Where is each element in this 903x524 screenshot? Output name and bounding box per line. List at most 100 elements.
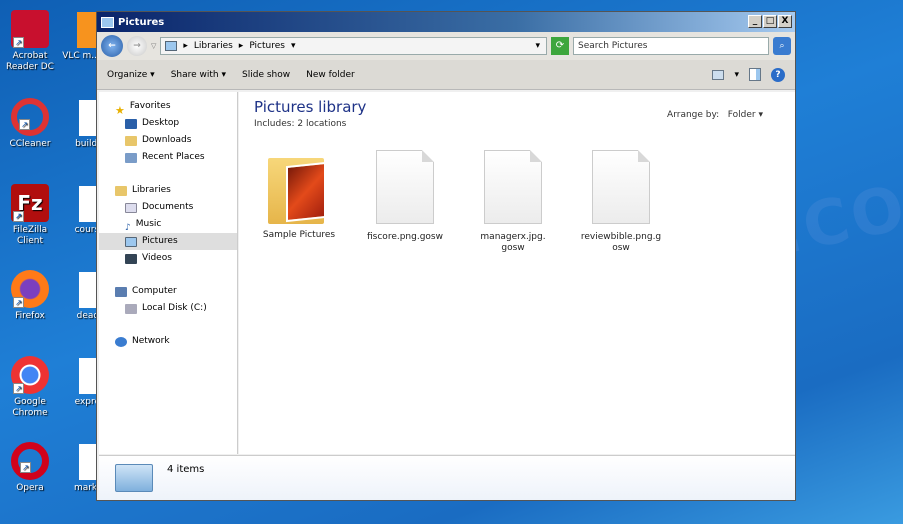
arrange-dropdown[interactable]: Folder ▾: [728, 110, 763, 120]
recent-pages-dropdown[interactable]: ▽: [151, 42, 156, 50]
arrange-by: Arrange by: Folder ▾: [667, 110, 763, 120]
desktop-icon-acrobat[interactable]: ↗ Acrobat Reader DC: [0, 10, 60, 73]
nav-label: Desktop: [142, 118, 180, 128]
desktop-icon-filezilla[interactable]: Fz ↗ FileZilla Client: [0, 184, 60, 247]
nav-local-disk[interactable]: Local Disk (C:): [99, 300, 237, 317]
file-name: managerx.jpg.gosw: [480, 232, 546, 253]
library-title: Pictures library: [254, 98, 367, 116]
icon-label: Acrobat Reader DC: [6, 51, 54, 72]
separator: ▸: [238, 41, 244, 51]
maximize-button[interactable]: □: [763, 15, 777, 28]
file-item[interactable]: managerx.jpg.gosw: [465, 150, 561, 254]
icon-label: Firefox: [15, 311, 45, 321]
folder-icon: [264, 144, 334, 226]
nav-label: Recent Places: [142, 152, 205, 162]
nav-label: Downloads: [142, 135, 192, 145]
computer-icon: [115, 286, 127, 297]
nav-label: Favorites: [129, 101, 171, 111]
slide-show-button[interactable]: Slide show: [242, 70, 290, 80]
breadcrumb-dropdown[interactable]: ▾: [291, 41, 296, 51]
pictures-icon: [101, 16, 114, 28]
item-count: 4 items: [167, 464, 205, 475]
separator: ▸: [183, 41, 188, 51]
nav-videos[interactable]: Videos: [99, 250, 237, 267]
nav-desktop[interactable]: Desktop: [99, 115, 237, 132]
new-folder-button[interactable]: New folder: [306, 70, 355, 80]
share-with-button[interactable]: Share with ▾: [171, 70, 226, 80]
change-view-icon[interactable]: [712, 69, 725, 80]
breadcrumb-pictures[interactable]: Pictures: [249, 41, 285, 51]
nav-favorites[interactable]: ★ Favorites: [99, 98, 237, 117]
nav-documents[interactable]: Documents: [99, 199, 237, 216]
icon-label: Google Chrome: [12, 397, 48, 418]
star-icon: ★: [115, 103, 125, 117]
nav-label: Network: [132, 336, 170, 346]
command-bar: Organize ▾ Share with ▾ Slide show New f…: [97, 60, 795, 90]
file-item[interactable]: reviewbible.png.gosw: [573, 150, 669, 254]
details-pane: 4 items: [99, 455, 795, 500]
explorer-window: Pictures _ □ X ← → ▽ ▸ Libraries ▸ Picture…: [96, 11, 796, 501]
back-button[interactable]: ←: [101, 35, 123, 57]
nav-libraries[interactable]: Libraries: [99, 182, 237, 199]
nav-recent-places[interactable]: Recent Places: [99, 149, 237, 166]
window-title: Pictures: [118, 16, 165, 28]
desktop-icon-ccleaner[interactable]: ↗ CCleaner: [0, 98, 60, 150]
nav-label: Music: [135, 219, 162, 229]
file-name: reviewbible.png.gosw: [580, 232, 662, 253]
libraries-icon: [115, 185, 127, 196]
search-icon[interactable]: ⌕: [773, 37, 791, 55]
nav-network[interactable]: Network: [99, 333, 237, 350]
locations-link[interactable]: 2 locations: [297, 119, 346, 129]
nav-label: Local Disk (C:): [142, 303, 207, 313]
documents-icon: [125, 202, 137, 213]
file-icon: [376, 150, 434, 224]
disk-icon: [125, 303, 137, 314]
music-icon: ♪: [125, 222, 131, 233]
refresh-button[interactable]: ⟳: [551, 37, 569, 55]
title-bar[interactable]: Pictures _ □ X: [97, 12, 795, 32]
filezilla-icon: Fz ↗: [11, 184, 49, 222]
nav-downloads[interactable]: Downloads: [99, 132, 237, 149]
firefox-icon: ↗: [11, 270, 49, 308]
icon-label: Opera: [16, 483, 44, 493]
organize-button[interactable]: Organize ▾: [107, 70, 155, 80]
nav-label: Computer: [132, 286, 177, 296]
help-icon[interactable]: ?: [771, 67, 785, 82]
pictures-icon: [125, 236, 137, 247]
file-list: Pictures library Includes: 2 locations A…: [239, 92, 795, 454]
ccleaner-icon: ↗: [11, 98, 49, 136]
nav-label: Pictures: [142, 236, 178, 246]
breadcrumb-libraries[interactable]: Libraries: [194, 41, 233, 51]
folder-item[interactable]: Sample Pictures: [251, 144, 347, 241]
forward-button[interactable]: →: [127, 36, 147, 56]
preview-pane-icon[interactable]: [749, 68, 761, 81]
navigation-pane: ★ Favorites Desktop Downloads Recent Plac…: [99, 92, 238, 454]
search-input[interactable]: Search Pictures: [573, 37, 769, 55]
address-history-dropdown[interactable]: ▾: [535, 41, 540, 51]
file-name: Sample Pictures: [262, 230, 336, 240]
nav-pictures[interactable]: Pictures: [99, 233, 237, 250]
file-icon: [484, 150, 542, 224]
file-item[interactable]: fiscore.png.gosw: [357, 150, 453, 243]
nav-label: Documents: [142, 202, 194, 212]
breadcrumb[interactable]: ▸ Libraries ▸ Pictures ▾ ▾: [160, 37, 547, 55]
desktop-icon-opera[interactable]: ↗ Opera: [0, 442, 60, 494]
chrome-icon: ↗: [11, 356, 49, 394]
close-button[interactable]: X: [778, 15, 792, 28]
downloads-icon: [125, 135, 137, 146]
nav-music[interactable]: ♪ Music: [99, 216, 237, 233]
nav-label: Videos: [142, 253, 172, 263]
file-name: fiscore.png.gosw: [367, 232, 443, 242]
opera-icon: ↗: [11, 442, 49, 480]
desktop-icon-chrome[interactable]: ↗ Google Chrome: [0, 356, 60, 419]
nav-computer[interactable]: Computer: [99, 283, 237, 300]
minimize-button[interactable]: _: [748, 15, 762, 28]
nav-label: Libraries: [132, 185, 171, 195]
network-icon: [115, 336, 127, 347]
view-dropdown[interactable]: ▾: [734, 70, 739, 80]
desktop-icon-firefox[interactable]: ↗ Firefox: [0, 270, 60, 322]
file-icon: [592, 150, 650, 224]
address-bar: ← → ▽ ▸ Libraries ▸ Pictures ▾ ▾ ⟳ Searc…: [97, 32, 795, 60]
icon-label: CCleaner: [9, 139, 51, 149]
videos-icon: [125, 253, 137, 264]
